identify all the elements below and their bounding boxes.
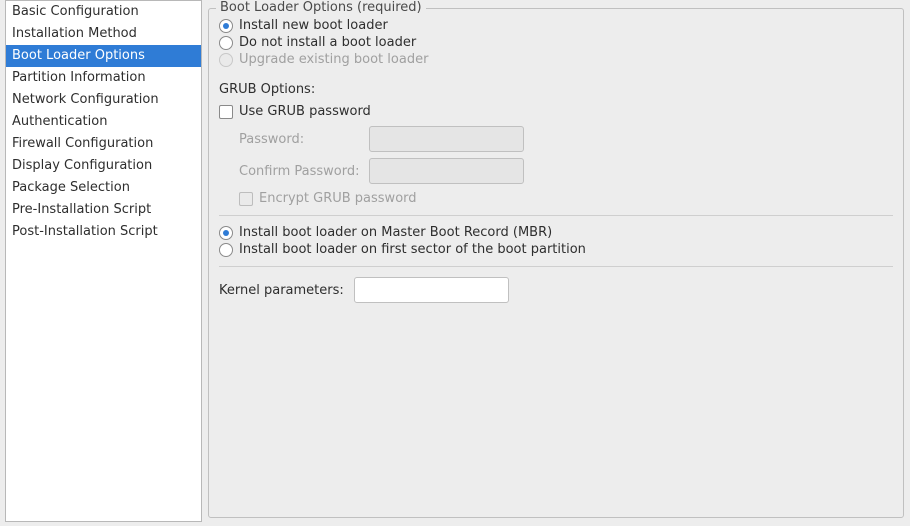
- options-panel: Install new boot loader Do not install a…: [208, 8, 904, 518]
- radio-icon: [219, 36, 233, 50]
- sidebar-item-display-configuration[interactable]: Display Configuration: [6, 155, 201, 177]
- radio-install-mbr[interactable]: Install boot loader on Master Boot Recor…: [219, 224, 893, 241]
- radio-install-first-sector[interactable]: Install boot loader on first sector of t…: [219, 241, 893, 258]
- radio-install-new[interactable]: Install new boot loader: [219, 17, 893, 34]
- radio-icon: [219, 226, 233, 240]
- sidebar-item-package-selection[interactable]: Package Selection: [6, 177, 201, 199]
- kernel-parameters-input[interactable]: [354, 277, 509, 303]
- radio-upgrade-existing: Upgrade existing boot loader: [219, 51, 893, 68]
- password-input: [369, 126, 524, 152]
- checkbox-use-grub-password[interactable]: Use GRUB password: [219, 103, 893, 120]
- grub-section-label: GRUB Options:: [219, 82, 893, 97]
- sidebar-item-installation-method[interactable]: Installation Method: [6, 23, 201, 45]
- checkbox-label: Use GRUB password: [239, 104, 371, 119]
- password-label: Password:: [239, 132, 369, 147]
- sidebar-item-authentication[interactable]: Authentication: [6, 111, 201, 133]
- confirm-password-input: [369, 158, 524, 184]
- radio-label: Install new boot loader: [239, 18, 388, 33]
- checkbox-encrypt-grub-password: Encrypt GRUB password: [239, 190, 893, 207]
- sidebar-item-firewall-configuration[interactable]: Firewall Configuration: [6, 133, 201, 155]
- radio-icon: [219, 53, 233, 67]
- sidebar-item-boot-loader-options[interactable]: Boot Loader Options: [6, 45, 201, 67]
- radio-do-not-install[interactable]: Do not install a boot loader: [219, 34, 893, 51]
- fieldset-title: Boot Loader Options (required): [216, 0, 426, 15]
- checkbox-icon: [239, 192, 253, 206]
- divider: [219, 215, 893, 216]
- sidebar-item-partition-information[interactable]: Partition Information: [6, 67, 201, 89]
- divider: [219, 266, 893, 267]
- checkbox-label: Encrypt GRUB password: [259, 191, 417, 206]
- radio-label: Install boot loader on Master Boot Recor…: [239, 225, 552, 240]
- radio-icon: [219, 243, 233, 257]
- kernel-parameters-row: Kernel parameters:: [219, 277, 893, 303]
- radio-label: Upgrade existing boot loader: [239, 52, 428, 67]
- radio-label: Install boot loader on first sector of t…: [239, 242, 586, 257]
- kernel-parameters-label: Kernel parameters:: [219, 283, 344, 298]
- sidebar-item-pre-installation-script[interactable]: Pre-Installation Script: [6, 199, 201, 221]
- confirm-password-label: Confirm Password:: [239, 164, 369, 179]
- sidebar-item-basic-configuration[interactable]: Basic Configuration: [6, 1, 201, 23]
- checkbox-icon: [219, 105, 233, 119]
- main-content: Boot Loader Options (required) Install n…: [202, 0, 910, 526]
- sidebar-nav: Basic Configuration Installation Method …: [5, 0, 202, 522]
- radio-label: Do not install a boot loader: [239, 35, 416, 50]
- confirm-password-row: Confirm Password:: [239, 158, 893, 184]
- sidebar-item-network-configuration[interactable]: Network Configuration: [6, 89, 201, 111]
- radio-icon: [219, 19, 233, 33]
- sidebar-item-post-installation-script[interactable]: Post-Installation Script: [6, 221, 201, 243]
- password-row: Password:: [239, 126, 893, 152]
